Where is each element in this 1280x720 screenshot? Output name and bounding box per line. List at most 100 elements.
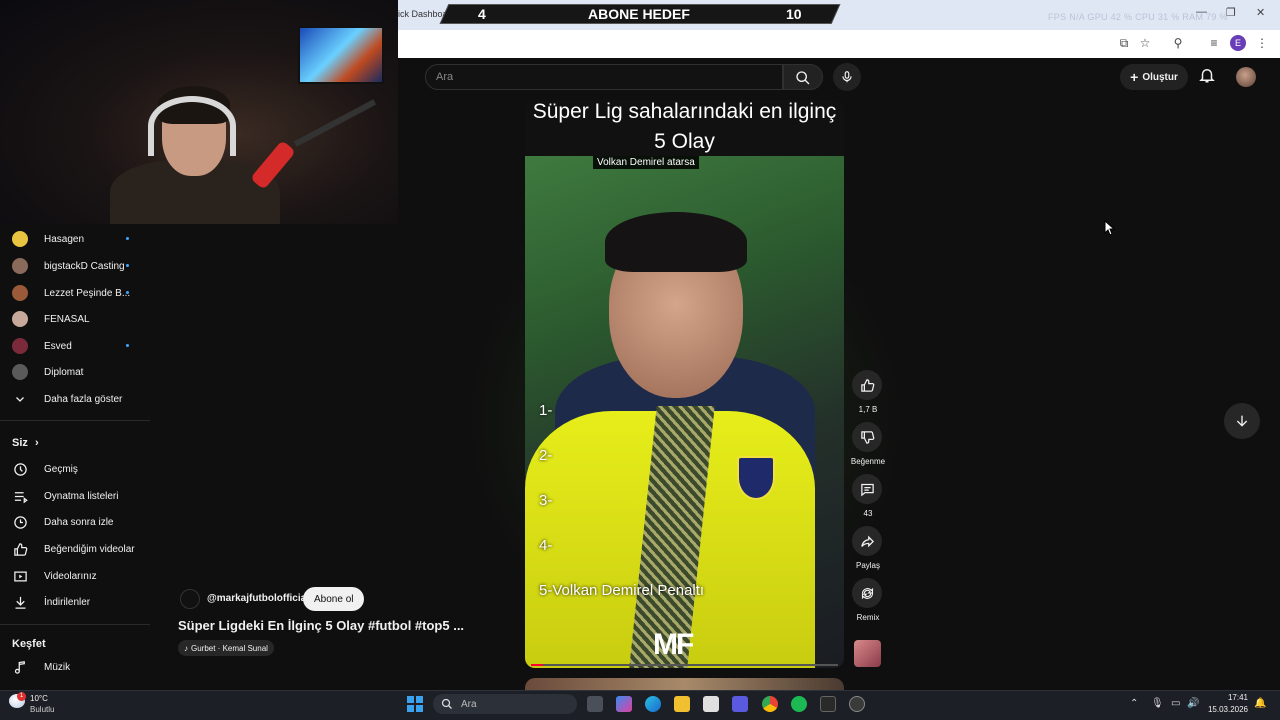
sidebar-item-lezzet[interactable]: Lezzet Peşinde B... [0,280,150,306]
start-button[interactable] [407,696,423,712]
abone-label: ABONE HEDEF [588,6,690,22]
store-icon[interactable] [703,696,719,712]
channel-avatar [12,258,28,274]
weather-badge: 1 [17,692,26,701]
maximize-button[interactable]: ❐ [1226,6,1236,19]
voice-search-button[interactable] [833,63,861,91]
browser-profile-icon[interactable]: E [1230,35,1246,51]
tray-network-icon[interactable]: ▭ [1171,698,1180,709]
playlists-icon [12,488,28,504]
sidebar-item-label: Esved [44,340,72,352]
sound-chip[interactable]: ♪ Gurbet · Kemal Sunal [178,640,274,656]
taskbar-date[interactable]: 15.03.2026 [1196,705,1248,714]
edge-icon[interactable] [645,696,661,712]
sidebar-item-esved[interactable]: Esved [0,333,150,359]
taskbar-search-placeholder: Ara [461,698,477,710]
downloads-icon [12,594,28,610]
sidebar-item-label: Videolarınız [44,570,97,582]
channel-avatar [12,338,28,354]
sidebar-item-label: Geçmiş [44,463,78,475]
chevron-right-icon: › [34,437,39,449]
weather-condition: Bulutlu [30,705,55,714]
video-caption-line2: 5 Olay [654,130,715,153]
browser-menu-icon[interactable]: ⋮ [1254,35,1270,51]
extensions-icon[interactable]: ⚲ [1170,35,1186,51]
install-app-icon[interactable]: ⧉ [1116,35,1132,51]
sidebar-show-more[interactable]: Daha fazla göster [0,386,150,412]
search-input[interactable] [426,65,782,89]
watch-later-icon [12,514,28,530]
taskbar-clock[interactable]: 17:41 [1206,693,1248,702]
sidebar-item-playlists[interactable]: Oynatma listeleri [0,483,150,509]
remix-button[interactable] [852,578,882,608]
video-progress-bar[interactable] [531,664,838,666]
copilot-icon[interactable] [616,696,632,712]
comments-button[interactable] [852,474,882,504]
sidebar-item-hasagen[interactable]: Hasagen [0,226,150,252]
channel-avatar[interactable] [180,589,200,609]
sound-thumbnail[interactable] [854,640,881,667]
create-button[interactable]: + Oluştur [1120,64,1188,90]
sidebar-item-label: Hasagen [44,233,85,245]
chevron-down-icon [12,391,28,407]
bookmark-star-icon[interactable]: ☆ [1137,35,1153,51]
taskbar-search[interactable]: Ara [433,694,577,714]
app-icon[interactable] [820,696,836,712]
search-button[interactable] [783,64,823,90]
obs-icon[interactable] [849,696,865,712]
spotify-icon[interactable] [791,696,807,712]
channel-avatar [12,364,28,380]
wall-tv [298,26,384,84]
channel-avatar [12,311,28,327]
next-short-button[interactable] [1224,403,1260,439]
share-button[interactable] [852,526,882,556]
sidebar-item-your-videos[interactable]: Videolarınız [0,563,150,589]
weather-temperature[interactable]: 10°C [30,694,48,703]
video-caption-line1: Süper Lig sahalarındaki en ilginç [532,100,837,123]
sidebar-item-music[interactable]: Müzik [0,654,150,680]
sidebar-item-label: Diplomat [44,366,84,378]
channel-handle[interactable]: @markajfutbolofficial [207,593,309,604]
liked-icon [12,541,28,557]
sidebar-item-fenasal[interactable]: FENASAL [0,306,150,332]
sidebar-item-downloads[interactable]: İndirilenler [0,589,150,615]
media-control-icon[interactable]: ≡ [1206,35,1222,51]
rank-4: 4- [539,537,553,554]
arrow-down-icon [1236,415,1248,427]
sidebar-item-watch-later[interactable]: Daha sonra izle [0,509,150,535]
headphones [148,96,236,156]
sidebar-you-heading[interactable]: Siz › [12,437,39,449]
task-view-icon[interactable] [587,696,603,712]
notification-center-icon[interactable]: 🔔 [1254,698,1266,709]
you-heading-label: Siz [12,437,28,449]
history-icon [12,461,28,477]
subscribe-button[interactable]: Abone ol [303,587,365,611]
teams-icon[interactable] [732,696,748,712]
file-explorer-icon[interactable] [674,696,690,712]
tray-mic-icon[interactable]: 🎙 [1151,698,1164,709]
close-button[interactable]: ✕ [1256,6,1265,19]
comment-icon [860,483,874,496]
dislike-label: Beğenme [850,457,886,466]
plus-icon: + [1130,69,1139,85]
sidebar-item-label: Lezzet Peşinde B... [44,287,131,299]
new-content-dot [126,291,129,294]
thumbs-down-icon [860,430,874,444]
rank-5: 5-Volkan Demirel Penaltı [539,582,705,599]
comment-count: 43 [863,509,873,518]
short-video-player[interactable]: Süper Lig sahalarındaki en ilginç 5 Olay… [525,100,844,668]
sidebar-item-diplomat[interactable]: Diplomat [0,359,150,385]
rank-2: 2- [539,447,553,464]
short-title[interactable]: Süper Ligdeki En İlginç 5 Olay #futbol #… [178,618,464,633]
channel-avatar [12,231,28,247]
tray-chevron-icon[interactable]: ⌃ [1130,698,1138,709]
dislike-button[interactable] [852,422,882,452]
minimize-button[interactable]: — [1196,6,1207,18]
chrome-icon[interactable] [762,696,778,712]
sidebar-item-history[interactable]: Geçmiş [0,456,150,482]
sidebar-item-bigstackd[interactable]: bigstackD Casting [0,253,150,279]
notifications-button[interactable] [1198,66,1218,86]
like-button[interactable] [852,370,882,400]
sidebar-item-liked[interactable]: Beğendiğim videolar [0,536,150,562]
account-avatar[interactable] [1236,67,1256,87]
